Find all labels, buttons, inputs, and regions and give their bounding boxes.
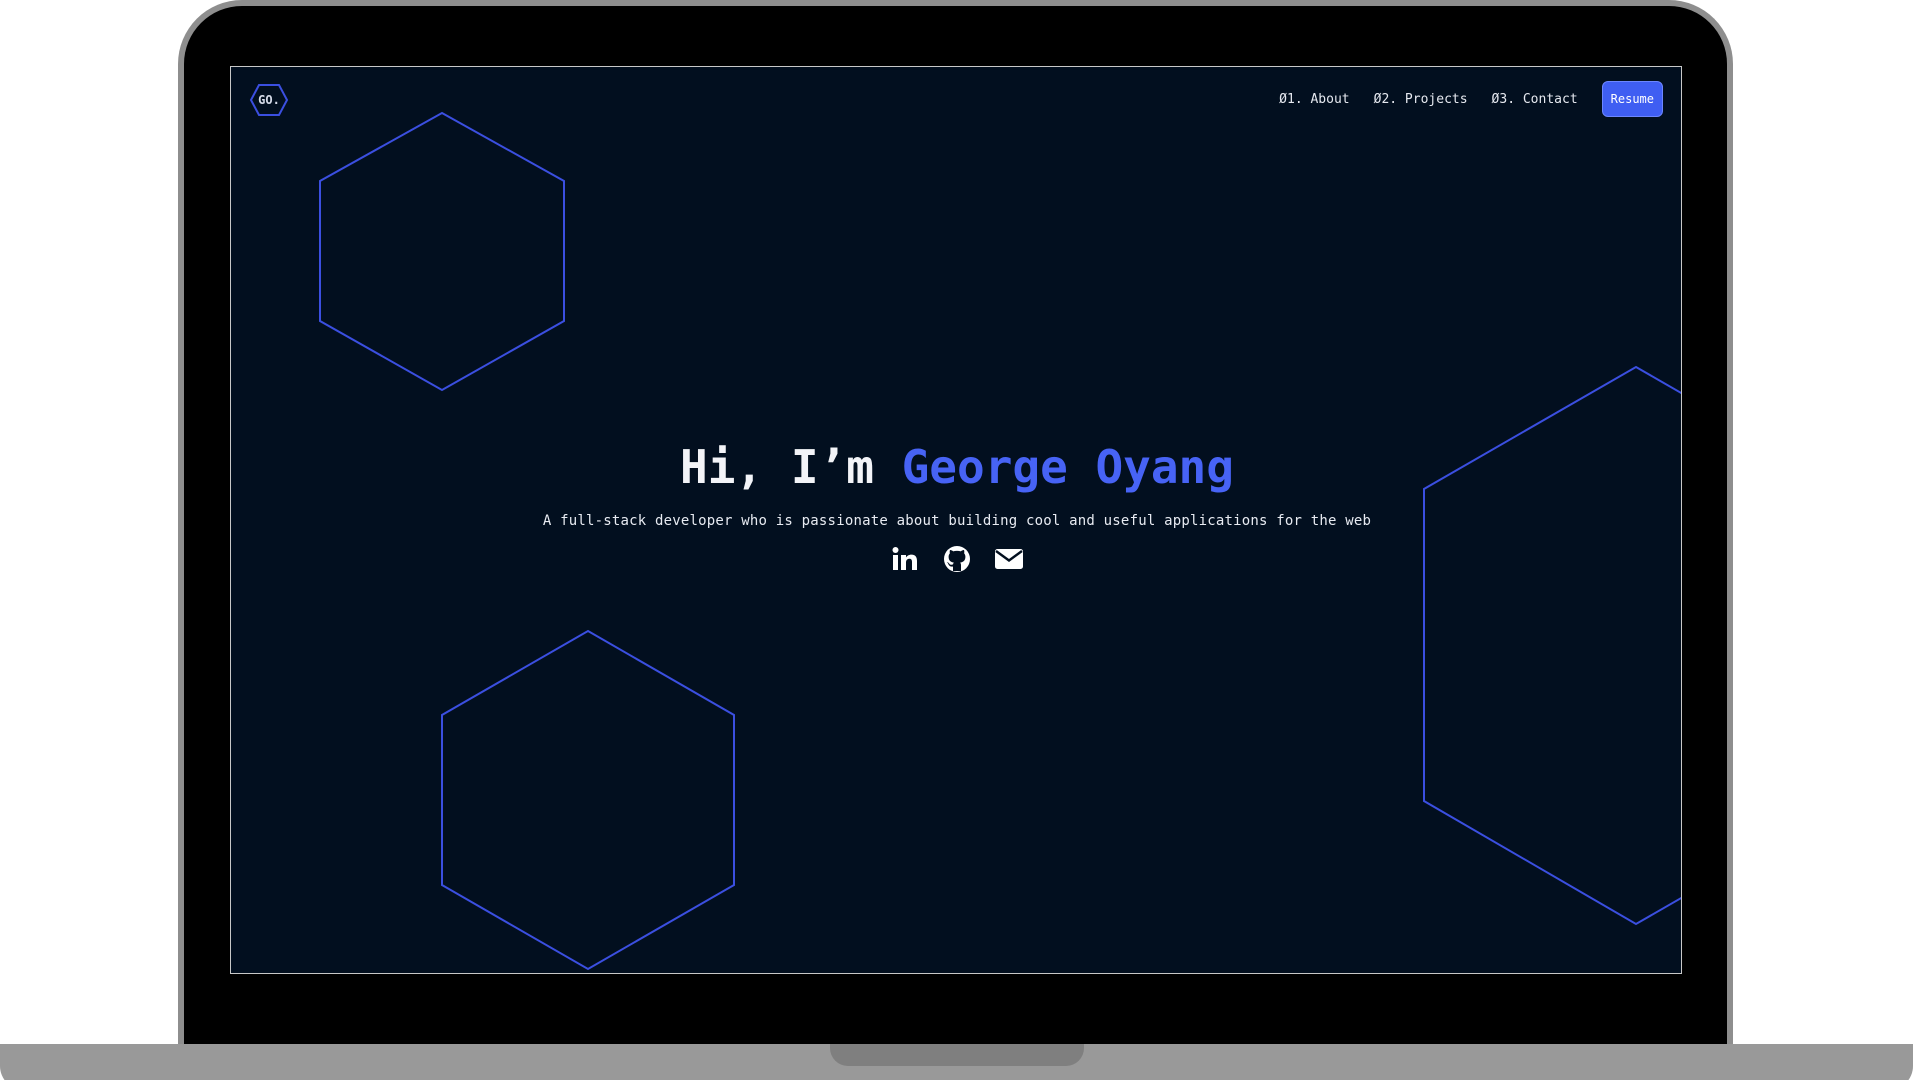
hero-greeting: Hi, I’m (680, 440, 902, 494)
hero-section: Hi, I’m George Oyang A full-stack develo… (231, 439, 1681, 575)
hexagon-bottom-left (441, 629, 735, 971)
laptop-mockup: GO. Ø1. About Ø2. Projects Ø3. Contact R… (0, 0, 1920, 1080)
nav-link-contact[interactable]: Ø3. Contact (1492, 92, 1578, 107)
laptop-screen: GO. Ø1. About Ø2. Projects Ø3. Contact R… (230, 66, 1682, 974)
linkedin-icon (892, 547, 917, 570)
github-icon (944, 546, 970, 572)
resume-button[interactable]: Resume (1601, 81, 1663, 117)
email-link[interactable] (993, 543, 1025, 575)
hero-name: George Oyang (901, 440, 1234, 494)
email-icon (995, 549, 1023, 569)
github-link[interactable] (941, 543, 973, 575)
linkedin-link[interactable] (889, 543, 921, 575)
site-logo[interactable]: GO. (249, 82, 289, 118)
laptop-notch (830, 1044, 1084, 1066)
social-links (231, 543, 1681, 575)
nav-link-projects[interactable]: Ø2. Projects (1374, 92, 1468, 107)
hexagon-top-left (319, 111, 565, 392)
hero-tagline: A full-stack developer who is passionate… (542, 513, 1372, 529)
top-nav: Ø1. About Ø2. Projects Ø3. Contact Resum… (1279, 81, 1663, 117)
nav-link-about[interactable]: Ø1. About (1279, 92, 1349, 107)
logo-text: GO. (258, 93, 280, 107)
hero-title: Hi, I’m George Oyang (231, 439, 1681, 495)
